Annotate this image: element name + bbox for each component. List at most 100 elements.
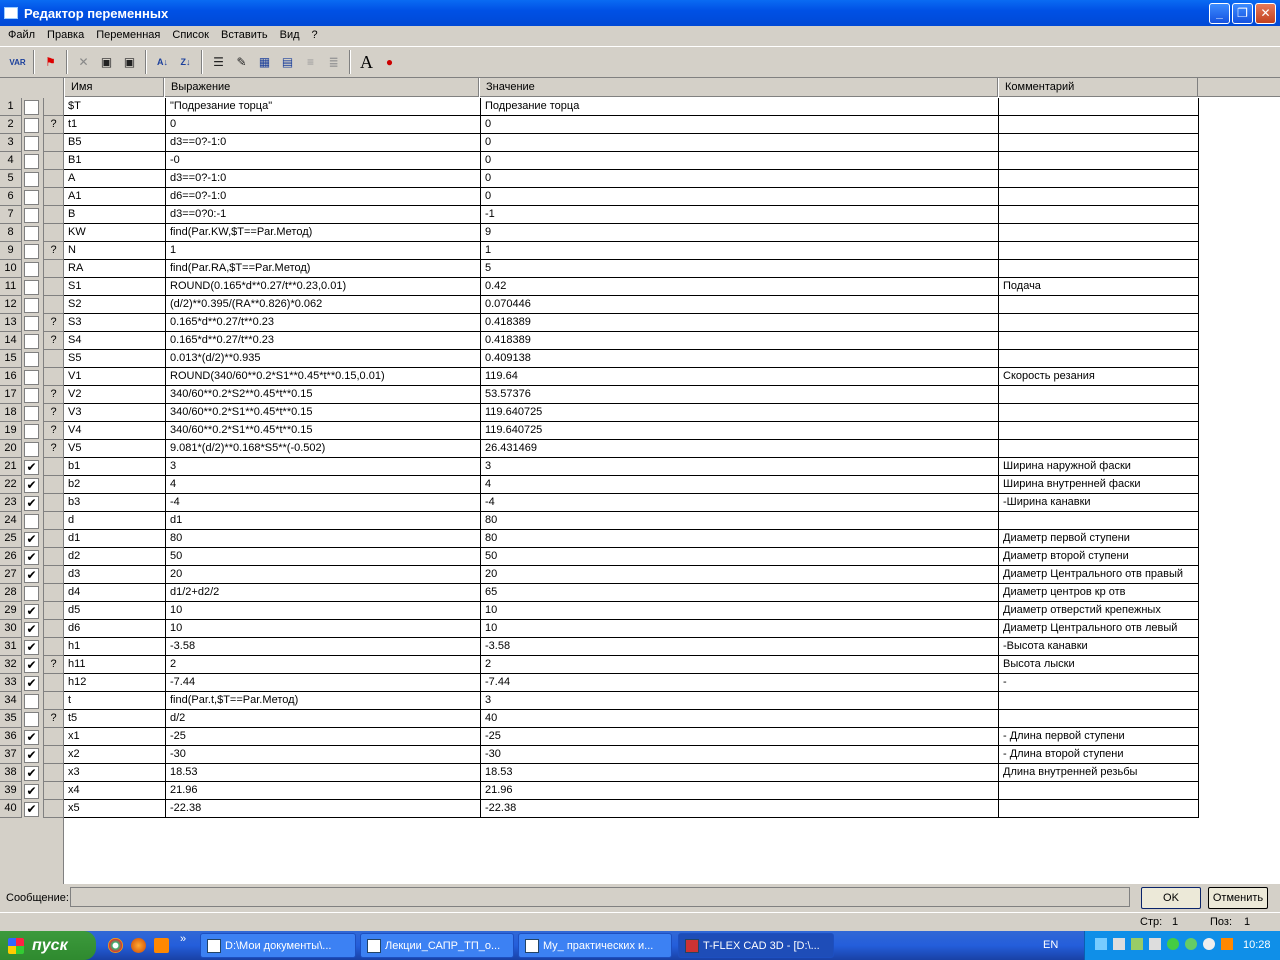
- cell-expr[interactable]: 21.96: [166, 782, 481, 800]
- row-number[interactable]: 23: [0, 494, 22, 512]
- expand-chevron-icon[interactable]: »: [180, 933, 186, 945]
- query-flag[interactable]: [43, 620, 63, 638]
- row-number[interactable]: 25: [0, 530, 22, 548]
- table-row[interactable]: 32 ✔? h11 2 2 Высота лыски: [0, 656, 1200, 674]
- minimize-button[interactable]: _: [1209, 2, 1230, 24]
- row-number[interactable]: 4: [0, 152, 22, 170]
- export-checkbox[interactable]: [24, 262, 39, 277]
- query-flag[interactable]: [43, 368, 63, 386]
- table-row[interactable]: 18? V3 340/60**0.2*S1**0.45*t**0.15 119.640…: [0, 404, 1200, 422]
- table-icon[interactable]: ▦: [253, 51, 276, 74]
- export-checkbox[interactable]: [24, 190, 39, 205]
- query-flag[interactable]: [43, 206, 63, 224]
- query-flag[interactable]: [43, 674, 63, 692]
- query-flag[interactable]: [43, 638, 63, 656]
- cell-comment[interactable]: [999, 116, 1199, 134]
- export-checkbox[interactable]: ✔: [24, 460, 39, 475]
- export-checkbox[interactable]: [24, 712, 39, 727]
- cell-name[interactable]: d: [64, 512, 166, 530]
- row-number[interactable]: 40: [0, 800, 22, 818]
- table-row[interactable]: 6 A1 d6==0?-1:0 0: [0, 188, 1200, 206]
- cell-comment[interactable]: -Высота канавки: [999, 638, 1199, 656]
- query-flag[interactable]: ?: [43, 314, 63, 332]
- cell-name[interactable]: t1: [64, 116, 166, 134]
- query-flag[interactable]: [43, 728, 63, 746]
- table-row[interactable]: 28 d4 d1/2+d2/2 65 Диаметр центров кр отв: [0, 584, 1200, 602]
- cell-name[interactable]: V5: [64, 440, 166, 458]
- cell-comment[interactable]: [999, 98, 1199, 116]
- export-checkbox[interactable]: [24, 586, 39, 601]
- export-checkbox[interactable]: ✔: [24, 730, 39, 745]
- cell-name[interactable]: RA: [64, 260, 166, 278]
- row-number[interactable]: 12: [0, 296, 22, 314]
- column-header-expression[interactable]: Выражение: [164, 78, 479, 97]
- cell-comment[interactable]: [999, 188, 1199, 206]
- cell-expr[interactable]: 9.081*(d/2)**0.168*S5**(-0.502): [166, 440, 481, 458]
- cell-value[interactable]: 10: [481, 620, 999, 638]
- cell-name[interactable]: A: [64, 170, 166, 188]
- status-icon[interactable]: [1167, 938, 1179, 950]
- cell-value[interactable]: 0: [481, 116, 999, 134]
- cell-expr[interactable]: 80: [166, 530, 481, 548]
- cell-comment[interactable]: [999, 170, 1199, 188]
- table-row[interactable]: 36 ✔ x1 -25 -25- Длина первой ступени: [0, 728, 1200, 746]
- row-number[interactable]: 13: [0, 314, 22, 332]
- query-flag[interactable]: [43, 134, 63, 152]
- cell-expr[interactable]: 4: [166, 476, 481, 494]
- volume-icon[interactable]: [1113, 938, 1125, 950]
- query-flag[interactable]: ?: [43, 656, 63, 674]
- row-number[interactable]: 1: [0, 98, 22, 116]
- row-number[interactable]: 10: [0, 260, 22, 278]
- cell-name[interactable]: V3: [64, 404, 166, 422]
- row-number[interactable]: 2: [0, 116, 22, 134]
- query-flag[interactable]: [43, 98, 63, 116]
- cell-value[interactable]: 3: [481, 458, 999, 476]
- cell-name[interactable]: d1: [64, 530, 166, 548]
- cell-expr[interactable]: d3==0?-1:0: [166, 134, 481, 152]
- cell-expr[interactable]: 3: [166, 458, 481, 476]
- cell-name[interactable]: $T: [64, 98, 166, 116]
- cell-comment[interactable]: Диаметр Центрального отв левый: [999, 620, 1199, 638]
- cell-name[interactable]: S5: [64, 350, 166, 368]
- row-number[interactable]: 8: [0, 224, 22, 242]
- query-flag[interactable]: [43, 530, 63, 548]
- sort-asc-icon[interactable]: A↓: [151, 51, 174, 74]
- table-row[interactable]: 40 ✔ x5 -22.38 -22.38: [0, 800, 1200, 818]
- query-flag[interactable]: [43, 494, 63, 512]
- quick-launch-icon[interactable]: [154, 938, 169, 953]
- cell-comment[interactable]: [999, 386, 1199, 404]
- query-flag[interactable]: [43, 782, 63, 800]
- task-word-practical[interactable]: My_ практических и...: [518, 933, 672, 958]
- cell-value[interactable]: 119.64: [481, 368, 999, 386]
- table-row[interactable]: 12 S2 (d/2)**0.395/(RA**0.826)*0.062 0.0704…: [0, 296, 1200, 314]
- cell-expr[interactable]: d1: [166, 512, 481, 530]
- table-row[interactable]: 11 S1 ROUND(0.165*d**0.27/t**0.23,0.01) 0.4…: [0, 278, 1200, 296]
- cell-expr[interactable]: d3==0?-1:0: [166, 170, 481, 188]
- cell-expr[interactable]: 0: [166, 116, 481, 134]
- cell-value[interactable]: -7.44: [481, 674, 999, 692]
- row-number[interactable]: 26: [0, 548, 22, 566]
- menu-view[interactable]: Вид: [274, 29, 306, 41]
- query-flag[interactable]: [43, 278, 63, 296]
- row-number[interactable]: 15: [0, 350, 22, 368]
- cell-comment[interactable]: [999, 422, 1199, 440]
- query-flag[interactable]: [43, 764, 63, 782]
- export-checkbox[interactable]: ✔: [24, 496, 39, 511]
- menu-list[interactable]: Список: [166, 29, 215, 41]
- table-row[interactable]: 26 ✔ d2 50 50 Диаметр второй ступени: [0, 548, 1200, 566]
- cell-comment[interactable]: [999, 512, 1199, 530]
- query-flag[interactable]: ?: [43, 116, 63, 134]
- export-checkbox[interactable]: ✔: [24, 802, 39, 817]
- cell-comment[interactable]: [999, 800, 1199, 818]
- table-row[interactable]: 4 B1 -0 0: [0, 152, 1200, 170]
- row-number[interactable]: 32: [0, 656, 22, 674]
- cell-value[interactable]: 5: [481, 260, 999, 278]
- cell-name[interactable]: S2: [64, 296, 166, 314]
- query-flag[interactable]: [43, 350, 63, 368]
- row-number[interactable]: 33: [0, 674, 22, 692]
- cell-name[interactable]: b1: [64, 458, 166, 476]
- query-flag[interactable]: ?: [43, 440, 63, 458]
- cell-comment[interactable]: Подача: [999, 278, 1199, 296]
- maximize-button[interactable]: ❐: [1232, 2, 1253, 24]
- export-checkbox[interactable]: [24, 208, 39, 223]
